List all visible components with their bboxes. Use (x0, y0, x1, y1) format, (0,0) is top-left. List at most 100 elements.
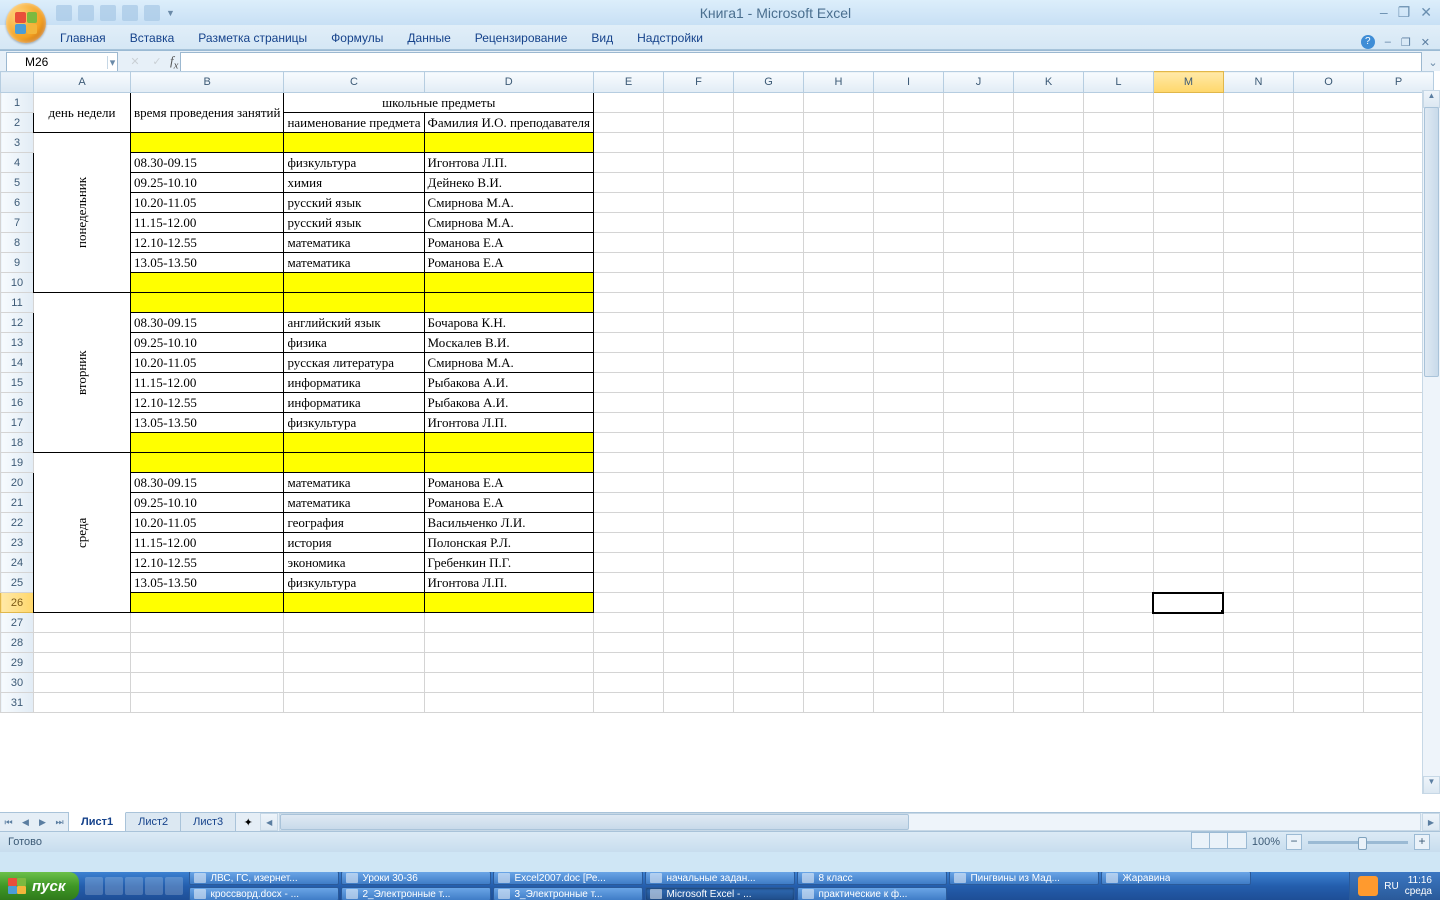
cell-D18[interactable] (424, 433, 593, 453)
cell-J9[interactable] (943, 253, 1013, 273)
scroll-left-icon[interactable]: ◀ (260, 813, 278, 831)
cell-M7[interactable] (1153, 213, 1223, 233)
cell-F29[interactable] (663, 653, 733, 673)
taskbar-item[interactable]: Пингвины из Мад... (949, 872, 1099, 885)
cell-D9[interactable]: Романова Е.А (424, 253, 593, 273)
ribbon-tab-6[interactable]: Вид (579, 27, 625, 49)
cell-E28[interactable] (593, 633, 663, 653)
cell-I6[interactable] (873, 193, 943, 213)
cell-F23[interactable] (663, 533, 733, 553)
cell-E21[interactable] (593, 493, 663, 513)
cell-C12[interactable]: английский язык (284, 313, 424, 333)
cell-H4[interactable] (803, 153, 873, 173)
cell-D27[interactable] (424, 613, 593, 633)
cell-F19[interactable] (663, 453, 733, 473)
row-header-28[interactable]: 28 (1, 633, 34, 653)
cell-I23[interactable] (873, 533, 943, 553)
cell-G26[interactable] (733, 593, 803, 613)
cell-K31[interactable] (1013, 693, 1083, 713)
cell-H30[interactable] (803, 673, 873, 693)
cell-O11[interactable] (1293, 293, 1363, 313)
col-header-O[interactable]: O (1293, 72, 1363, 93)
cell-J8[interactable] (943, 233, 1013, 253)
cell-G28[interactable] (733, 633, 803, 653)
cell-H20[interactable] (803, 473, 873, 493)
cell-B16[interactable]: 12.10-12.55 (131, 393, 284, 413)
cell-I20[interactable] (873, 473, 943, 493)
worksheet-grid[interactable]: ABCDEFGHIJKLMNOP1день неделивремя провед… (0, 71, 1434, 713)
cell-J15[interactable] (943, 373, 1013, 393)
cell-C5[interactable]: химия (284, 173, 424, 193)
cell-J14[interactable] (943, 353, 1013, 373)
cell-B22[interactable]: 10.20-11.05 (131, 513, 284, 533)
cell-C3[interactable] (284, 133, 424, 153)
cell-A3[interactable]: понедельник (34, 133, 131, 293)
cell-I2[interactable] (873, 113, 943, 133)
zoom-in-icon[interactable]: + (1414, 834, 1430, 850)
cell-B30[interactable] (131, 673, 284, 693)
cell-I14[interactable] (873, 353, 943, 373)
cell-K27[interactable] (1013, 613, 1083, 633)
cell-N20[interactable] (1223, 473, 1293, 493)
cell-L27[interactable] (1083, 613, 1153, 633)
cell-M19[interactable] (1153, 453, 1223, 473)
cell-F22[interactable] (663, 513, 733, 533)
cell-O17[interactable] (1293, 413, 1363, 433)
cell-N14[interactable] (1223, 353, 1293, 373)
row-header-2[interactable]: 2 (1, 113, 34, 133)
cell-N13[interactable] (1223, 333, 1293, 353)
vertical-scroll-thumb[interactable] (1424, 107, 1439, 377)
cell-G17[interactable] (733, 413, 803, 433)
cell-G30[interactable] (733, 673, 803, 693)
cell-J20[interactable] (943, 473, 1013, 493)
cell-B9[interactable]: 13.05-13.50 (131, 253, 284, 273)
cell-F5[interactable] (663, 173, 733, 193)
cell-K21[interactable] (1013, 493, 1083, 513)
cell-O22[interactable] (1293, 513, 1363, 533)
cell-I12[interactable] (873, 313, 943, 333)
cell-H28[interactable] (803, 633, 873, 653)
row-header-7[interactable]: 7 (1, 213, 34, 233)
cell-N25[interactable] (1223, 573, 1293, 593)
cell-A1[interactable]: день недели (34, 93, 131, 133)
cell-I5[interactable] (873, 173, 943, 193)
close-window-icon[interactable]: ✕ (1416, 4, 1436, 21)
fx-icon[interactable]: fx (170, 53, 178, 72)
cell-M13[interactable] (1153, 333, 1223, 353)
horizontal-scrollbar[interactable] (279, 813, 1421, 831)
cell-D5[interactable]: Дейнеко В.И. (424, 173, 593, 193)
quick-print-icon[interactable] (122, 5, 138, 21)
cell-A28[interactable] (34, 633, 131, 653)
cell-H11[interactable] (803, 293, 873, 313)
cell-F27[interactable] (663, 613, 733, 633)
cell-F24[interactable] (663, 553, 733, 573)
cell-I31[interactable] (873, 693, 943, 713)
cell-B13[interactable]: 09.25-10.10 (131, 333, 284, 353)
cell-O14[interactable] (1293, 353, 1363, 373)
cell-L5[interactable] (1083, 173, 1153, 193)
cell-N19[interactable] (1223, 453, 1293, 473)
cell-H13[interactable] (803, 333, 873, 353)
cell-M8[interactable] (1153, 233, 1223, 253)
cell-D22[interactable]: Васильченко Л.И. (424, 513, 593, 533)
cell-N31[interactable] (1223, 693, 1293, 713)
scroll-right-icon[interactable]: ▶ (1422, 813, 1440, 831)
cell-A29[interactable] (34, 653, 131, 673)
cell-G24[interactable] (733, 553, 803, 573)
cell-L23[interactable] (1083, 533, 1153, 553)
cell-N12[interactable] (1223, 313, 1293, 333)
cell-K30[interactable] (1013, 673, 1083, 693)
cell-D26[interactable] (424, 593, 593, 613)
cell-K4[interactable] (1013, 153, 1083, 173)
ql-icon[interactable] (85, 877, 103, 895)
cell-H26[interactable] (803, 593, 873, 613)
cell-A30[interactable] (34, 673, 131, 693)
vertical-scrollbar[interactable]: ▲ ▼ (1422, 90, 1440, 794)
taskbar-item[interactable]: начальные задан... (645, 872, 795, 885)
cell-E30[interactable] (593, 673, 663, 693)
cell-L30[interactable] (1083, 673, 1153, 693)
cell-F26[interactable] (663, 593, 733, 613)
cell-K24[interactable] (1013, 553, 1083, 573)
cell-M17[interactable] (1153, 413, 1223, 433)
col-header-K[interactable]: K (1013, 72, 1083, 93)
